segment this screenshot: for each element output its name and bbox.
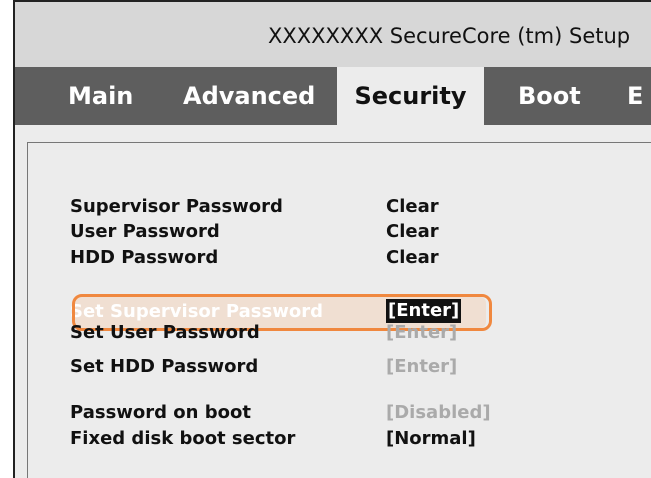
password-on-boot-value[interactable]: [Disabled] — [386, 400, 491, 426]
set-hdd-password-enter[interactable]: [Enter] — [386, 354, 457, 380]
supervisor-password-label: Supervisor Password — [70, 196, 283, 217]
fixed-disk-boot-sector-value[interactable]: [Normal] — [386, 426, 476, 452]
tab-exit[interactable]: E — [627, 67, 643, 125]
hdd-password-status: Clear — [386, 247, 439, 268]
tab-boot[interactable]: Boot — [518, 67, 581, 125]
supervisor-password-status: Clear — [386, 196, 439, 217]
tab-advanced[interactable]: Advanced — [183, 67, 315, 125]
set-user-password-enter[interactable]: [Enter] — [386, 324, 457, 342]
user-password-status: Clear — [386, 221, 439, 242]
menu-bar: Main Advanced Security Boot E — [15, 67, 651, 125]
hdd-password-label: HDD Password — [70, 247, 219, 268]
password-on-boot-label[interactable]: Password on boot — [70, 400, 251, 426]
set-hdd-password-item[interactable]: Set HDD Password — [70, 354, 258, 380]
tab-security[interactable]: Security — [337, 67, 484, 125]
bios-screen: XXXXXXXX SecureCore (tm) Setup Main Adva… — [13, 0, 651, 478]
user-password-label: User Password — [70, 221, 220, 242]
fixed-disk-boot-sector-label[interactable]: Fixed disk boot sector — [70, 426, 295, 452]
set-user-password-item[interactable]: Set User Password — [70, 324, 260, 342]
bios-title: XXXXXXXX SecureCore (tm) Setup — [268, 24, 631, 48]
title-bar: XXXXXXXX SecureCore (tm) Setup — [15, 2, 651, 67]
tab-main[interactable]: Main — [68, 67, 133, 125]
